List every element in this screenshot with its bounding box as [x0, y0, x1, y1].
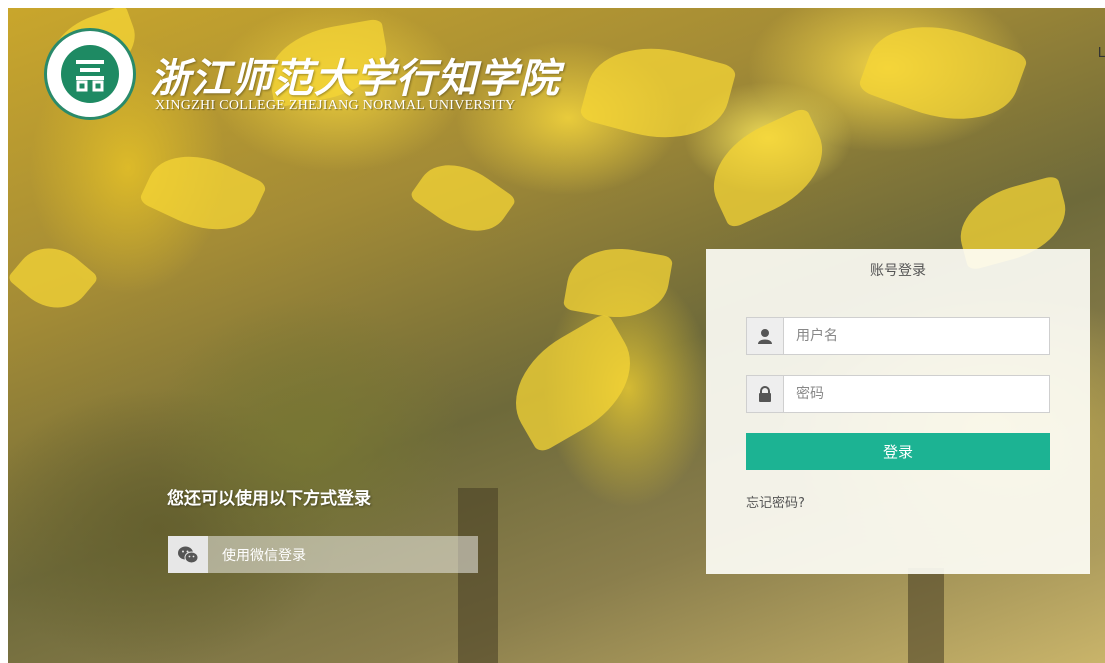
- college-seal-icon: [61, 45, 119, 103]
- password-field: [746, 375, 1050, 413]
- login-panel-title: 账号登录: [870, 263, 926, 279]
- alt-login-title: 您还可以使用以下方式登录: [167, 489, 371, 509]
- lock-icon: [747, 376, 784, 412]
- wechat-login-label: 使用微信登录: [222, 547, 306, 564]
- password-input[interactable]: [784, 377, 1049, 411]
- decor-trunk: [908, 568, 944, 663]
- decor-leaf: [8, 232, 100, 324]
- decor-leaf: [138, 138, 268, 248]
- user-icon: [747, 318, 784, 354]
- decor-leaf: [494, 311, 652, 455]
- college-name: 浙江师范大学行知学院: [150, 55, 560, 102]
- forgot-password-link[interactable]: 忘记密码?: [746, 492, 805, 511]
- username-field: [746, 317, 1050, 355]
- wechat-icon: [168, 536, 208, 573]
- college-logo: [44, 28, 136, 120]
- decor-leaf: [578, 31, 738, 155]
- decor-leaf: [562, 239, 674, 327]
- edge-text: L: [1097, 46, 1105, 61]
- college-name-english: XINGZHI COLLEGE ZHEJIANG NORMAL UNIVERSI…: [155, 98, 516, 113]
- logo-ring: [44, 28, 136, 120]
- login-panel: 账号登录 登录 忘记密码?: [706, 249, 1090, 574]
- wechat-login-button[interactable]: 使用微信登录: [168, 536, 478, 573]
- decor-leaf: [408, 147, 518, 249]
- decor-trunk: [458, 488, 498, 663]
- login-button[interactable]: 登录: [746, 433, 1050, 470]
- decor-leaf: [857, 8, 1029, 141]
- decor-leaf: [696, 106, 840, 230]
- username-input[interactable]: [784, 319, 1049, 353]
